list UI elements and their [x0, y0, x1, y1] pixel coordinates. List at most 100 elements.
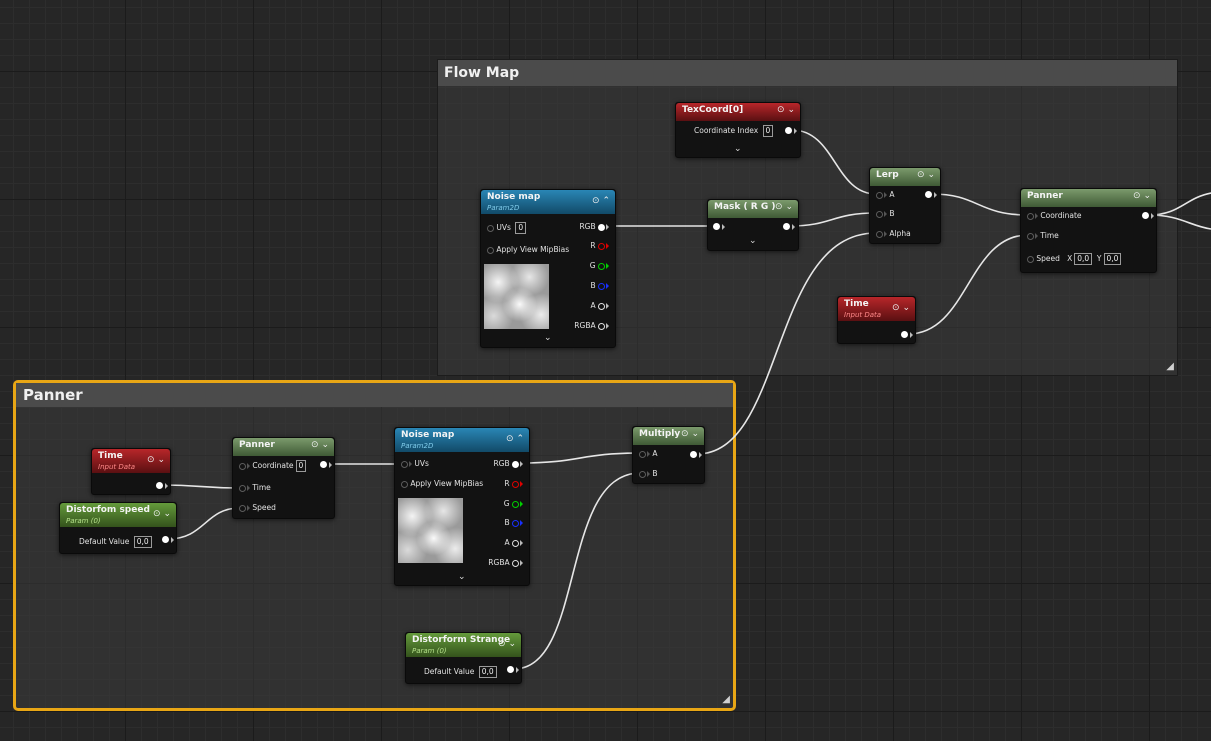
preview-toggle-icon[interactable]: ⊙ [775, 202, 783, 212]
node-texcoord[interactable]: TexCoord[0] ⊙ ⌄ Coordinate Index 0 ⌄ [675, 102, 801, 158]
chevron-down-icon[interactable]: ⌄ [787, 105, 795, 115]
r-pin[interactable] [512, 480, 519, 488]
node-multiply[interactable]: Multiply ⊙ ⌄ A B [632, 426, 705, 484]
preview-toggle-icon[interactable]: ⊙ [311, 440, 319, 450]
node-controls[interactable]: ⊙ ⌄ [153, 509, 171, 519]
preview-toggle-icon[interactable]: ⊙ [592, 196, 600, 206]
r-pin[interactable] [598, 242, 605, 250]
node-mask-rg[interactable]: Mask ( R G ) ⊙ ⌄ ⌄ [707, 199, 799, 251]
node-header[interactable]: Distorfom speed Param (0) ⊙ ⌄ [60, 503, 176, 527]
b-pin[interactable] [512, 519, 519, 527]
preview-toggle-icon[interactable]: ⊙ [498, 639, 506, 649]
speed-pin[interactable] [239, 504, 246, 512]
resize-grip-icon[interactable]: ◢ [722, 694, 730, 705]
chevron-up-icon[interactable]: ⌃ [516, 434, 524, 444]
node-header[interactable]: Multiply ⊙ ⌄ [633, 427, 704, 445]
output-pin[interactable] [785, 127, 792, 134]
chevron-down-icon[interactable]: ⌄ [163, 509, 171, 519]
output-pin[interactable] [925, 191, 932, 198]
preview-toggle-icon[interactable]: ⊙ [917, 170, 925, 180]
apply-mip-pin[interactable] [487, 246, 494, 254]
node-controls[interactable]: ⊙ ⌄ [1133, 191, 1151, 201]
preview-toggle-icon[interactable]: ⊙ [681, 429, 689, 439]
node-controls[interactable]: ⊙ ⌃ [592, 196, 610, 206]
chevron-down-icon[interactable]: ⌄ [321, 440, 329, 450]
preview-toggle-icon[interactable]: ⊙ [892, 303, 900, 313]
time-pin[interactable] [239, 484, 246, 492]
coordinate-pin[interactable] [1027, 212, 1034, 220]
node-noise-map-bottom[interactable]: Noise map Param2D ⊙ ⌃ UVs Apply View Mip… [394, 427, 530, 586]
speed-x-input[interactable]: 0,0 [1074, 253, 1093, 265]
speed-pin[interactable] [1027, 255, 1034, 263]
a-pin[interactable] [512, 539, 519, 547]
default-value-input[interactable]: 0,0 [133, 536, 152, 548]
speed-y-input[interactable]: 0,0 [1103, 253, 1122, 265]
coordinate-index-input[interactable]: 0 [762, 125, 774, 137]
b-pin[interactable] [639, 470, 646, 478]
output-pin[interactable] [507, 666, 514, 673]
output-pin[interactable] [162, 536, 169, 543]
coordinate-input[interactable]: 0 [295, 460, 307, 472]
preview-toggle-icon[interactable]: ⊙ [147, 455, 155, 465]
node-panner-top[interactable]: Panner ⊙ ⌄ Coordinate Time Speed X 0,0 Y0… [1020, 188, 1157, 273]
node-header[interactable]: Panner ⊙ ⌄ [233, 438, 334, 456]
node-controls[interactable]: ⊙ ⌄ [147, 455, 165, 465]
node-time-top[interactable]: Time Input Data ⊙ ⌄ [837, 296, 916, 344]
node-controls[interactable]: ⊙ ⌄ [917, 170, 935, 180]
resize-grip-icon[interactable]: ◢ [1166, 361, 1174, 372]
chevron-down-icon[interactable]: ⌄ [157, 455, 165, 465]
output-pin[interactable] [690, 451, 697, 458]
preview-toggle-icon[interactable]: ⊙ [153, 509, 161, 519]
uvs-pin[interactable] [401, 460, 408, 468]
node-header[interactable]: Time Input Data ⊙ ⌄ [838, 297, 915, 321]
coordinate-pin[interactable] [239, 462, 246, 470]
rgba-pin[interactable] [598, 322, 605, 330]
node-controls[interactable]: ⊙ ⌃ [506, 434, 524, 444]
node-controls[interactable]: ⊙ ⌄ [775, 202, 793, 212]
node-header[interactable]: Time Input Data ⊙ ⌄ [92, 449, 170, 473]
g-pin[interactable] [598, 262, 605, 270]
output-pin[interactable] [1142, 212, 1149, 219]
node-header[interactable]: TexCoord[0] ⊙ ⌄ [676, 103, 800, 121]
node-controls[interactable]: ⊙ ⌄ [681, 429, 699, 439]
output-pin[interactable] [156, 482, 163, 489]
chevron-down-icon[interactable]: ⌄ [902, 303, 910, 313]
node-header[interactable]: Noise map Param2D ⊙ ⌃ [481, 190, 615, 214]
chevron-down-icon[interactable]: ⌄ [785, 202, 793, 212]
chevron-down-icon[interactable]: ⌄ [544, 333, 552, 343]
b-pin[interactable] [598, 282, 605, 290]
comment-title[interactable]: Flow Map [438, 60, 1177, 86]
node-noise-map-top[interactable]: Noise map Param2D ⊙ ⌃ UVs 0 Apply View M… [480, 189, 616, 348]
uvs-pin[interactable] [487, 224, 494, 232]
node-header[interactable]: Panner ⊙ ⌄ [1021, 189, 1156, 207]
rgb-pin[interactable] [598, 223, 605, 231]
time-pin[interactable] [1027, 232, 1034, 240]
output-pin[interactable] [783, 223, 790, 230]
alpha-pin[interactable] [876, 230, 883, 238]
chevron-down-icon[interactable]: ⌄ [927, 170, 935, 180]
output-pin[interactable] [901, 331, 908, 338]
chevron-down-icon[interactable]: ⌄ [749, 236, 757, 246]
chevron-down-icon[interactable]: ⌄ [734, 144, 742, 154]
comment-title[interactable]: Panner [16, 383, 733, 407]
node-lerp[interactable]: Lerp ⊙ ⌄ A B Alpha [869, 167, 941, 244]
chevron-up-icon[interactable]: ⌃ [602, 196, 610, 206]
chevron-down-icon[interactable]: ⌄ [691, 429, 699, 439]
b-pin[interactable] [876, 210, 883, 218]
preview-toggle-icon[interactable]: ⊙ [1133, 191, 1141, 201]
a-pin[interactable] [598, 302, 605, 310]
node-controls[interactable]: ⊙ ⌄ [311, 440, 329, 450]
node-header[interactable]: Lerp ⊙ ⌄ [870, 168, 940, 186]
node-header[interactable]: Distorform Strange Param (0) ⊙ ⌄ [406, 633, 521, 657]
node-controls[interactable]: ⊙ ⌄ [892, 303, 910, 313]
preview-toggle-icon[interactable]: ⊙ [506, 434, 514, 444]
input-pin[interactable] [713, 223, 720, 230]
node-distorform-strange[interactable]: Distorform Strange Param (0) ⊙ ⌄ Default… [405, 632, 522, 684]
node-header[interactable]: Mask ( R G ) ⊙ ⌄ [708, 200, 798, 218]
node-distorfom-speed[interactable]: Distorfom speed Param (0) ⊙ ⌄ Default Va… [59, 502, 177, 554]
chevron-down-icon[interactable]: ⌄ [1143, 191, 1151, 201]
node-header[interactable]: Noise map Param2D ⊙ ⌃ [395, 428, 529, 452]
a-pin[interactable] [639, 450, 646, 458]
default-value-input[interactable]: 0,0 [478, 666, 497, 678]
rgb-pin[interactable] [512, 460, 519, 468]
